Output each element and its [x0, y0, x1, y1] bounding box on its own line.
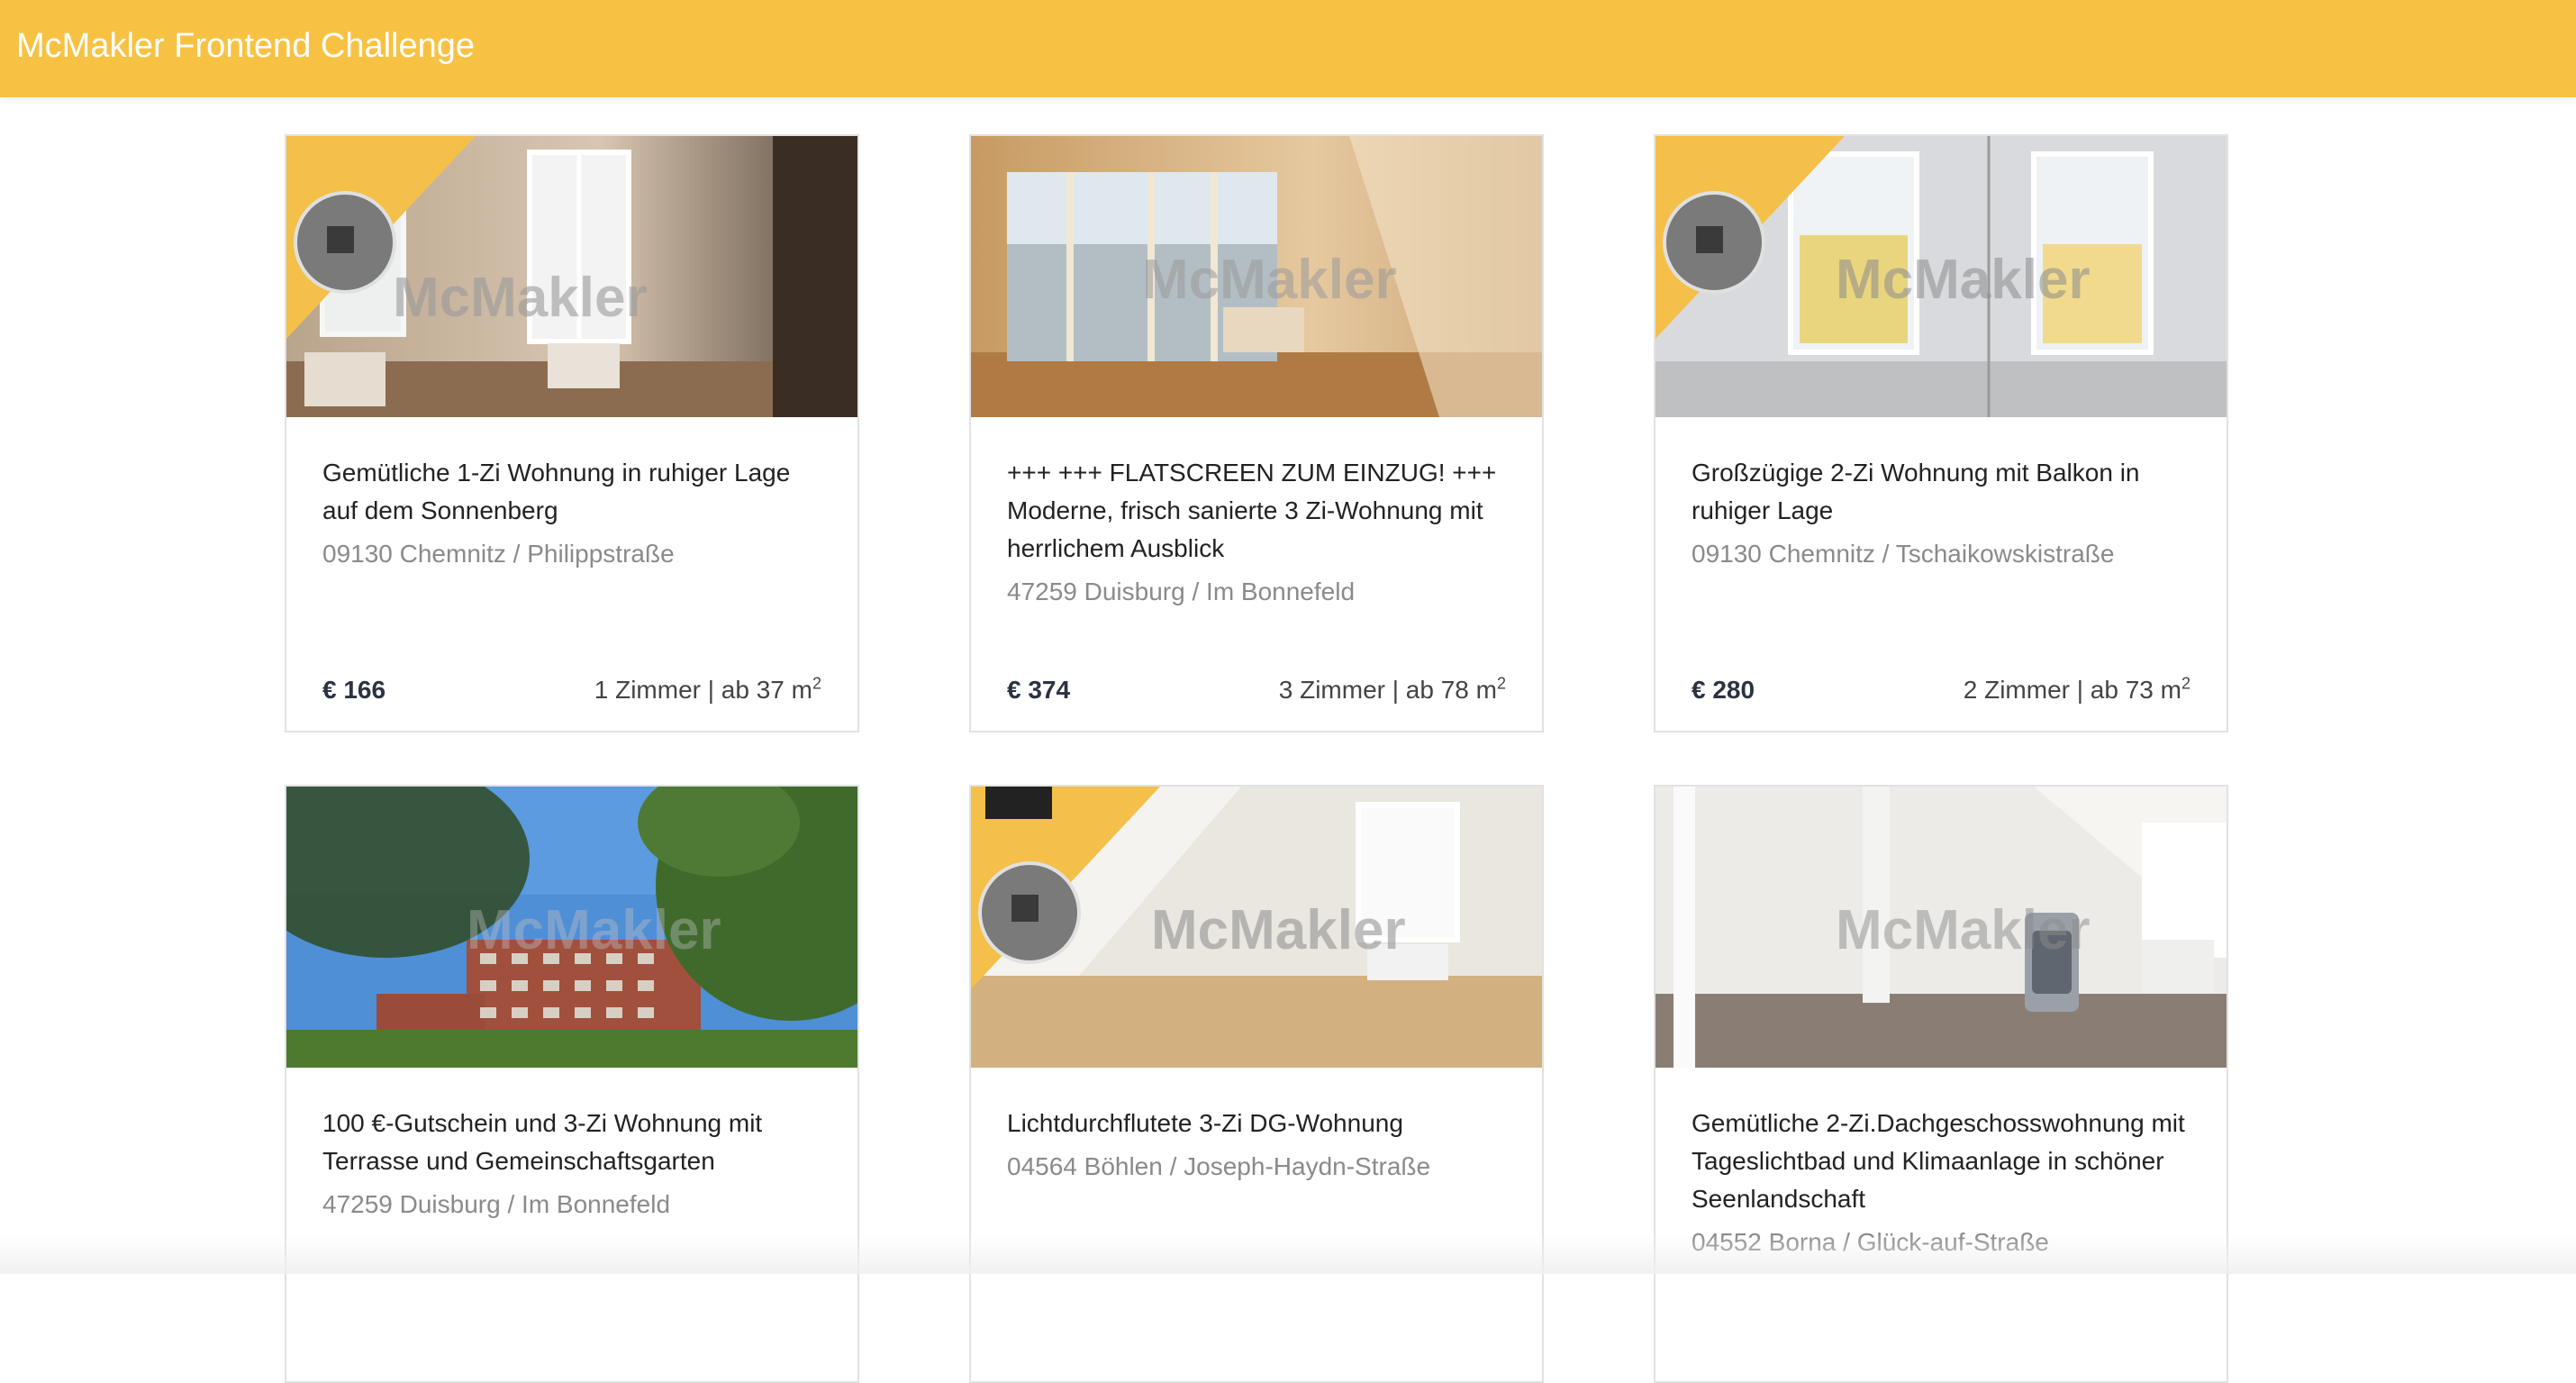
listing-title[interactable]: Gemütliche 1-Zi Wohnung in ruhiger Lage …	[322, 454, 825, 530]
listing-address: 47259 Duisburg / Im Bonnefeld	[322, 1190, 671, 1218]
listing-title[interactable]: Lichtdurchflutete 3-Zi DG-Wohnung	[1007, 1105, 1510, 1142]
listing-card-body: Gemütliche 1-Zi Wohnung in ruhiger Lage …	[322, 454, 825, 570]
listing-footer: € 166 1 Zimmer | ab 37 m2	[322, 672, 821, 708]
page-title: McMakler Frontend Challenge	[16, 27, 476, 65]
apartment-photo-two-windows-icon: McMakler	[1655, 136, 2227, 417]
listing-card[interactable]: McMakler 100 €-Gutschein und 3-Zi Wohnun…	[285, 785, 859, 1383]
listing-title[interactable]: Gemütliche 2-Zi.Dachgeschosswohnung mit …	[1692, 1105, 2194, 1218]
apartment-photo-building-exterior-icon: McMakler	[286, 787, 857, 1068]
svg-text:McMakler: McMakler	[393, 267, 648, 329]
listing-card-body: 100 €-Gutschein und 3-Zi Wohnung mit Ter…	[322, 1105, 825, 1221]
listing-footer: € 374 3 Zimmer | ab 78 m2	[1007, 672, 1506, 708]
listing-card[interactable]: McMakler Gemütliche 2-Zi.Dachgeschosswoh…	[1654, 785, 2228, 1383]
listing-details: 1 Zimmer | ab 37 m2	[594, 674, 821, 704]
listing-address: 47259 Duisburg / Im Bonnefeld	[1007, 578, 1356, 605]
listing-card-body: Lichtdurchflutete 3-Zi DG-Wohnung 04564 …	[1007, 1105, 1510, 1183]
svg-text:McMakler: McMakler	[1836, 249, 2091, 311]
listing-details: 2 Zimmer | ab 73 m2	[1963, 674, 2191, 704]
listing-card[interactable]: McMakler Gemütliche 1-Zi Wohnung in ruhi…	[285, 134, 859, 732]
apartment-photo-balcony-door-icon: McMakler	[971, 136, 1542, 417]
listing-address: 04564 Böhlen / Joseph-Haydn-Straße	[1007, 1152, 1431, 1180]
listing-address: 09130 Chemnitz / Tschaikowskistraße	[1692, 540, 2115, 568]
listing-card-body: Gemütliche 2-Zi.Dachgeschosswohnung mit …	[1692, 1105, 2194, 1259]
apartment-photo-attic-aircon-icon: McMakler	[1655, 787, 2227, 1068]
listing-card-body: +++ +++ FLATSCREEN ZUM EINZUG! +++ Moder…	[1007, 454, 1510, 608]
svg-text:McMakler: McMakler	[467, 899, 721, 961]
listing-details: 3 Zimmer | ab 78 m2	[1278, 674, 1506, 704]
listing-card-body: Großzügige 2-Zi Wohnung mit Balkon in ru…	[1692, 454, 2194, 570]
listing-address: 04552 Borna / Glück-auf-Straße	[1692, 1228, 2049, 1256]
svg-text:McMakler: McMakler	[1142, 249, 1397, 311]
listing-price: € 166	[322, 676, 386, 704]
svg-text:McMakler: McMakler	[1836, 899, 2091, 961]
listing-address: 09130 Chemnitz / Philippstraße	[322, 540, 675, 568]
listing-price: € 280	[1692, 676, 1755, 704]
svg-text:McMakler: McMakler	[1151, 899, 1406, 961]
app-header: McMakler Frontend Challenge	[0, 0, 2576, 97]
apartment-photo-attic-room-icon: McMakler	[971, 787, 1542, 1068]
listing-card[interactable]: McMakler Lichtdurchflutete 3-Zi DG-Wohnu…	[969, 785, 1544, 1383]
apartment-photo-room-window-icon: McMakler	[286, 136, 857, 417]
listing-footer: € 280 2 Zimmer | ab 73 m2	[1692, 672, 2191, 708]
listing-price: € 374	[1007, 676, 1071, 704]
listing-card[interactable]: McMakler +++ +++ FLATSCREEN ZUM EINZUG! …	[969, 134, 1544, 732]
listing-title[interactable]: 100 €-Gutschein und 3-Zi Wohnung mit Ter…	[322, 1105, 825, 1180]
listing-title[interactable]: Großzügige 2-Zi Wohnung mit Balkon in ru…	[1692, 454, 2194, 530]
listing-title[interactable]: +++ +++ FLATSCREEN ZUM EINZUG! +++ Moder…	[1007, 454, 1510, 568]
listing-card[interactable]: McMakler Großzügige 2-Zi Wohnung mit Bal…	[1654, 134, 2228, 732]
